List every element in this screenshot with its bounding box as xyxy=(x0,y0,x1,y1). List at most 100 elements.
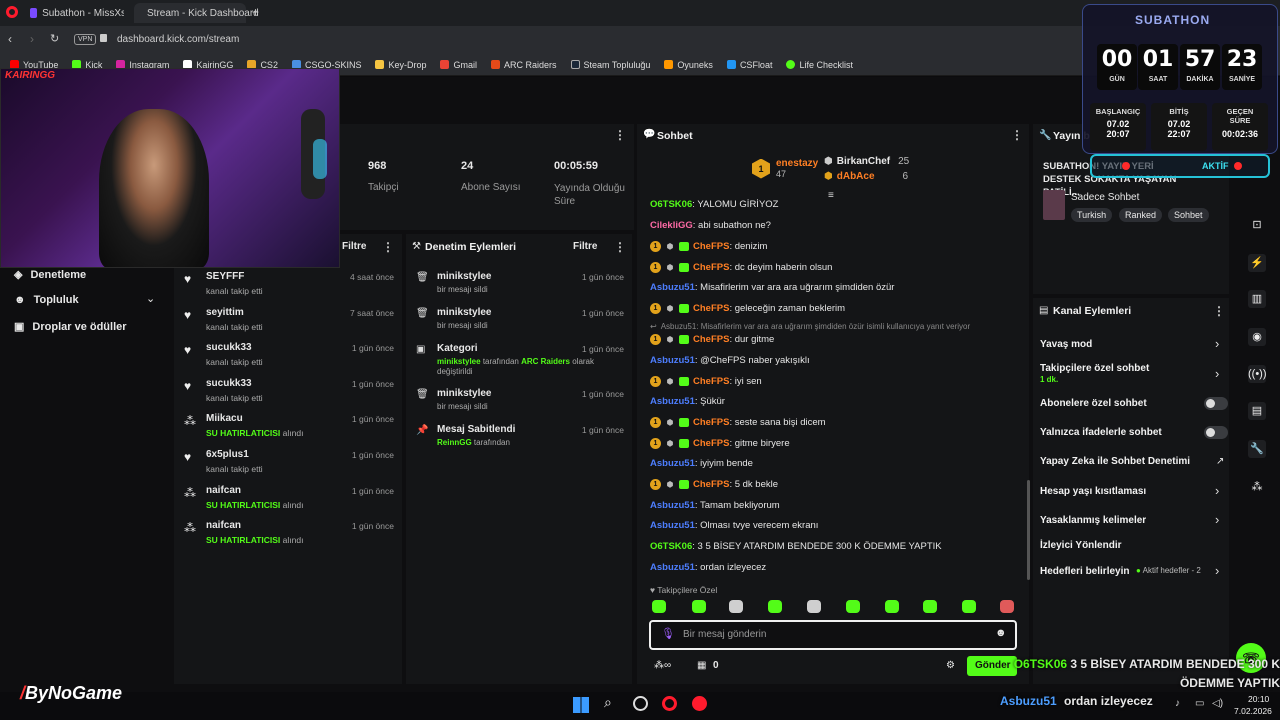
clipboard-icon[interactable]: ▥ xyxy=(1248,290,1266,308)
bookmark-life-checklist[interactable]: Life Checklist xyxy=(786,60,853,70)
more-options-icon[interactable]: ⋮ xyxy=(614,240,626,254)
chat-scrollbar[interactable] xyxy=(1027,480,1030,580)
chat-username[interactable]: Asbuzu51 xyxy=(650,458,695,469)
vpn-badge[interactable]: VPN xyxy=(74,34,97,45)
emote-chat-toggle[interactable] xyxy=(1204,426,1228,439)
chat-username[interactable]: CheFPS xyxy=(693,241,729,252)
chat-username[interactable]: CheFPS xyxy=(693,334,729,345)
bookmark-arc-raiders[interactable]: ARC Raiders xyxy=(491,60,557,70)
chat-username[interactable]: Asbuzu51 xyxy=(650,355,695,366)
more-options-icon[interactable]: ⋮ xyxy=(1213,304,1225,318)
community-icon[interactable]: ⁂ xyxy=(1248,478,1266,496)
new-tab-button[interactable]: + xyxy=(252,5,259,19)
chevron-right-icon[interactable]: › xyxy=(1215,512,1219,527)
points-icon[interactable]: ⁂∞ xyxy=(654,660,671,671)
emote-button[interactable] xyxy=(652,600,666,613)
moderation-item[interactable]: 📌 Mesaj Sabitlendi 1 gün önce ReinnGG ta… xyxy=(416,423,624,463)
moderation-item[interactable]: 🗑 minikstylee 1 gün önce bir mesajı sild… xyxy=(416,270,624,310)
opera-gx-taskbar-icon[interactable] xyxy=(692,696,707,711)
emote-button[interactable] xyxy=(692,600,706,613)
tag-chip[interactable]: Turkish xyxy=(1071,208,1113,222)
tab-subathon[interactable]: Subathon - MissXss AI Bo xyxy=(22,3,132,23)
activity-item[interactable]: ⁂ naifcan 1 gün önce SU HATIRLATICISI al… xyxy=(184,519,394,551)
filter-button[interactable]: Filtre xyxy=(342,241,366,252)
chat-username[interactable]: CheFPS xyxy=(693,303,729,314)
chat-input[interactable]: 🎙 Bir mesaj gönderin ☻ xyxy=(649,620,1017,650)
bookmark-csfloat[interactable]: CSFloat xyxy=(726,60,772,70)
fullscreen-icon[interactable]: ⊡ xyxy=(1248,216,1266,234)
bookmark-oyuneks[interactable]: Oyuneks xyxy=(664,60,713,70)
chat-username[interactable]: CheFPS xyxy=(693,479,729,490)
network-icon[interactable]: ▭ xyxy=(1195,698,1204,709)
emote-button[interactable] xyxy=(768,600,782,613)
redirect-viewers-label[interactable]: İzleyici Yönlendir xyxy=(1040,540,1122,551)
clock-time[interactable]: 20:10 xyxy=(1248,694,1269,704)
sidebar-item-community[interactable]: ☻ Topluluk xyxy=(14,294,79,306)
emote-button[interactable] xyxy=(1000,600,1014,613)
monitor-icon[interactable]: ▤ xyxy=(1248,402,1266,420)
sub-chat-toggle[interactable] xyxy=(1204,397,1228,410)
sidebar-item-drops[interactable]: ▣ Droplar ve ödüller xyxy=(14,320,127,334)
volume-icon[interactable]: ◁) xyxy=(1212,698,1223,709)
tab-kick-dashboard[interactable]: Stream - Kick Dashboard xyxy=(134,3,259,23)
bookmark-gmail[interactable]: Gmail xyxy=(440,60,477,70)
settings-gear-icon[interactable]: ⚙ xyxy=(946,660,955,671)
back-icon[interactable]: ‹ xyxy=(8,32,12,46)
clock-date[interactable]: 7.02.2026 xyxy=(1234,706,1272,716)
expand-icon[interactable]: ≡ xyxy=(828,190,834,201)
activity-item[interactable]: ⁂ Miikacu 1 gün önce SU HATIRLATICISI al… xyxy=(184,412,394,444)
chevron-right-icon[interactable]: › xyxy=(1215,336,1219,351)
chat-username[interactable]: CheFPS xyxy=(693,376,729,387)
mic-tray-icon[interactable]: ♪ xyxy=(1175,698,1180,709)
chevron-down-icon[interactable]: ⌄ xyxy=(146,292,155,305)
emote-button[interactable] xyxy=(923,600,937,613)
sidebar-item-moderation[interactable]: ◈ Denetleme xyxy=(14,268,86,282)
external-link-icon[interactable]: ↗ xyxy=(1216,456,1224,467)
filter-button[interactable]: Filtre xyxy=(573,241,597,252)
emote-button[interactable] xyxy=(807,600,821,613)
activity-item[interactable]: ♥ sucukk33 1 gün önce kanalı takip etti xyxy=(184,341,394,373)
top-gifter-2[interactable]: ⬢ BirkanChef 25 xyxy=(824,156,909,167)
top-gifter-3[interactable]: ⬢ dAbAce 6 xyxy=(824,171,908,182)
moderation-item[interactable]: 🗑 minikstylee 1 gün önce bir mesajı sild… xyxy=(416,306,624,346)
bookmark-key-drop[interactable]: Key-Drop xyxy=(375,60,426,70)
more-options-icon[interactable]: ⋮ xyxy=(614,128,626,142)
chevron-right-icon[interactable]: › xyxy=(1215,563,1219,578)
emote-button[interactable] xyxy=(885,600,899,613)
url-field[interactable]: dashboard.kick.com/stream xyxy=(117,34,239,45)
slow-mode-label[interactable]: Yavaş mod xyxy=(1040,339,1092,350)
tag-chip[interactable]: Ranked xyxy=(1119,208,1163,222)
activity-item[interactable]: ♥ seyittim 7 saat önce kanalı takip etti xyxy=(184,306,394,338)
chat-username[interactable]: Asbuzu51 xyxy=(650,500,695,511)
chat-username[interactable]: Asbuzu51 xyxy=(650,396,695,407)
follower-chat-label[interactable]: Takipçilere özel sohbet xyxy=(1040,363,1149,374)
ai-moderation-label[interactable]: Yapay Zeka ile Sohbet Denetimi xyxy=(1040,456,1190,467)
chat-username[interactable]: CilekliGG xyxy=(650,220,693,231)
chat-username[interactable]: CheFPS xyxy=(693,417,729,428)
tag-chip[interactable]: Sohbet xyxy=(1168,208,1209,222)
more-options-icon[interactable]: ⋮ xyxy=(382,240,394,254)
forward-icon[interactable]: › xyxy=(30,32,34,46)
lightning-icon[interactable]: ⚡ xyxy=(1248,254,1266,272)
activity-item[interactable]: ♥ sucukk33 1 gün önce kanalı takip etti xyxy=(184,377,394,409)
chat-username[interactable]: CheFPS xyxy=(693,438,729,449)
activity-item[interactable]: ♥ 6x5plus1 1 gün önce kanalı takip etti xyxy=(184,448,394,480)
more-options-icon[interactable]: ⋮ xyxy=(1011,128,1023,142)
activity-item[interactable]: ♥ SEYFFF 4 saat önce kanalı takip etti xyxy=(184,270,394,302)
opera-logo-icon[interactable] xyxy=(6,6,18,18)
reload-icon[interactable]: ↻ xyxy=(50,32,59,45)
chat-username[interactable]: O6TSK06 xyxy=(650,199,692,210)
chevron-right-icon[interactable]: › xyxy=(1215,366,1219,381)
emote-button[interactable] xyxy=(729,600,743,613)
broadcast-icon[interactable]: ((•)) xyxy=(1248,365,1267,383)
bookmark-steam[interactable]: Steam Topluluğu xyxy=(570,60,650,70)
activity-item[interactable]: ⁂ naifcan 1 gün önce SU HATIRLATICISI al… xyxy=(184,484,394,516)
account-age-label[interactable]: Hesap yaşı kısıtlaması xyxy=(1040,486,1146,497)
opera-taskbar-icon[interactable] xyxy=(662,696,677,711)
top-gifter-1[interactable]: 1 enestazy 47 xyxy=(752,158,818,179)
banned-words-label[interactable]: Yasaklanmış kelimeler xyxy=(1040,515,1146,526)
chat-bubble-icon[interactable]: ◉ xyxy=(1248,328,1266,346)
emote-button[interactable] xyxy=(962,600,976,613)
windows-start-icon[interactable] xyxy=(573,697,589,713)
search-icon[interactable]: ⌕ xyxy=(604,694,612,711)
